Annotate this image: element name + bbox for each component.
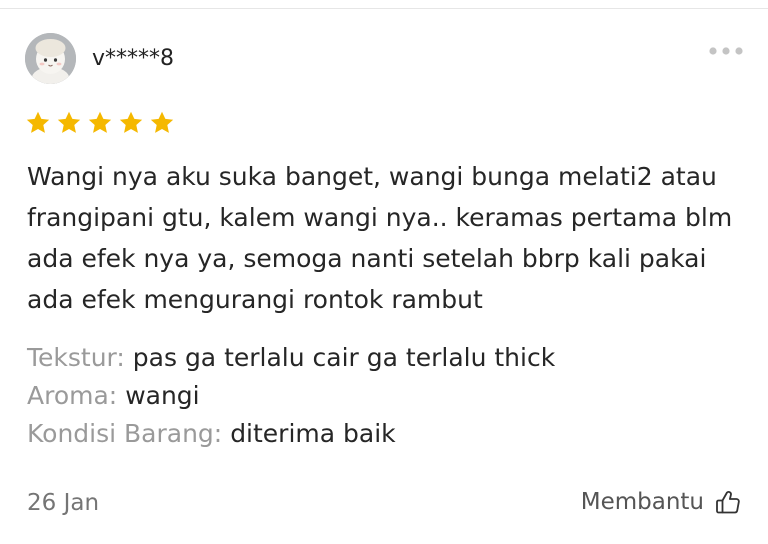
attribute-value: diterima baik — [230, 419, 396, 448]
helpful-label: Membantu — [580, 489, 704, 515]
star-icon — [88, 111, 112, 133]
attribute-row-aroma: Aroma: wangi — [27, 377, 747, 415]
attribute-value: pas ga terlalu cair ga terlalu thick — [132, 343, 556, 372]
avatar-image — [25, 33, 76, 84]
attribute-value: wangi — [125, 381, 200, 410]
star-icon — [57, 111, 81, 133]
review-text: Wangi nya aku suka banget, wangi bunga m… — [27, 162, 733, 314]
thumbs-up-icon — [716, 491, 740, 514]
attribute-row-tekstur: Tekstur: pas ga terlalu cair ga terlalu … — [27, 339, 747, 377]
review-date: 26 Jan — [27, 490, 100, 516]
star-rating — [25, 110, 175, 136]
helpful-button[interactable]: Membantu — [581, 486, 742, 518]
star-icon — [26, 111, 50, 133]
review-attributes: Tekstur: pas ga terlalu cair ga terlalu … — [27, 339, 747, 453]
reviewer-username: v*****8 — [92, 46, 175, 71]
star-icon — [119, 111, 143, 133]
attribute-label: Aroma: — [27, 381, 118, 410]
attribute-row-kondisi-barang: Kondisi Barang: diterima baik — [27, 415, 747, 453]
avatar[interactable] — [25, 33, 76, 84]
attribute-label: Tekstur: — [27, 343, 125, 372]
top-divider — [0, 8, 768, 9]
more-options-button[interactable] — [704, 40, 748, 62]
more-horizontal-icon — [709, 47, 743, 55]
attribute-label: Kondisi Barang: — [27, 419, 223, 448]
star-icon — [150, 111, 174, 133]
